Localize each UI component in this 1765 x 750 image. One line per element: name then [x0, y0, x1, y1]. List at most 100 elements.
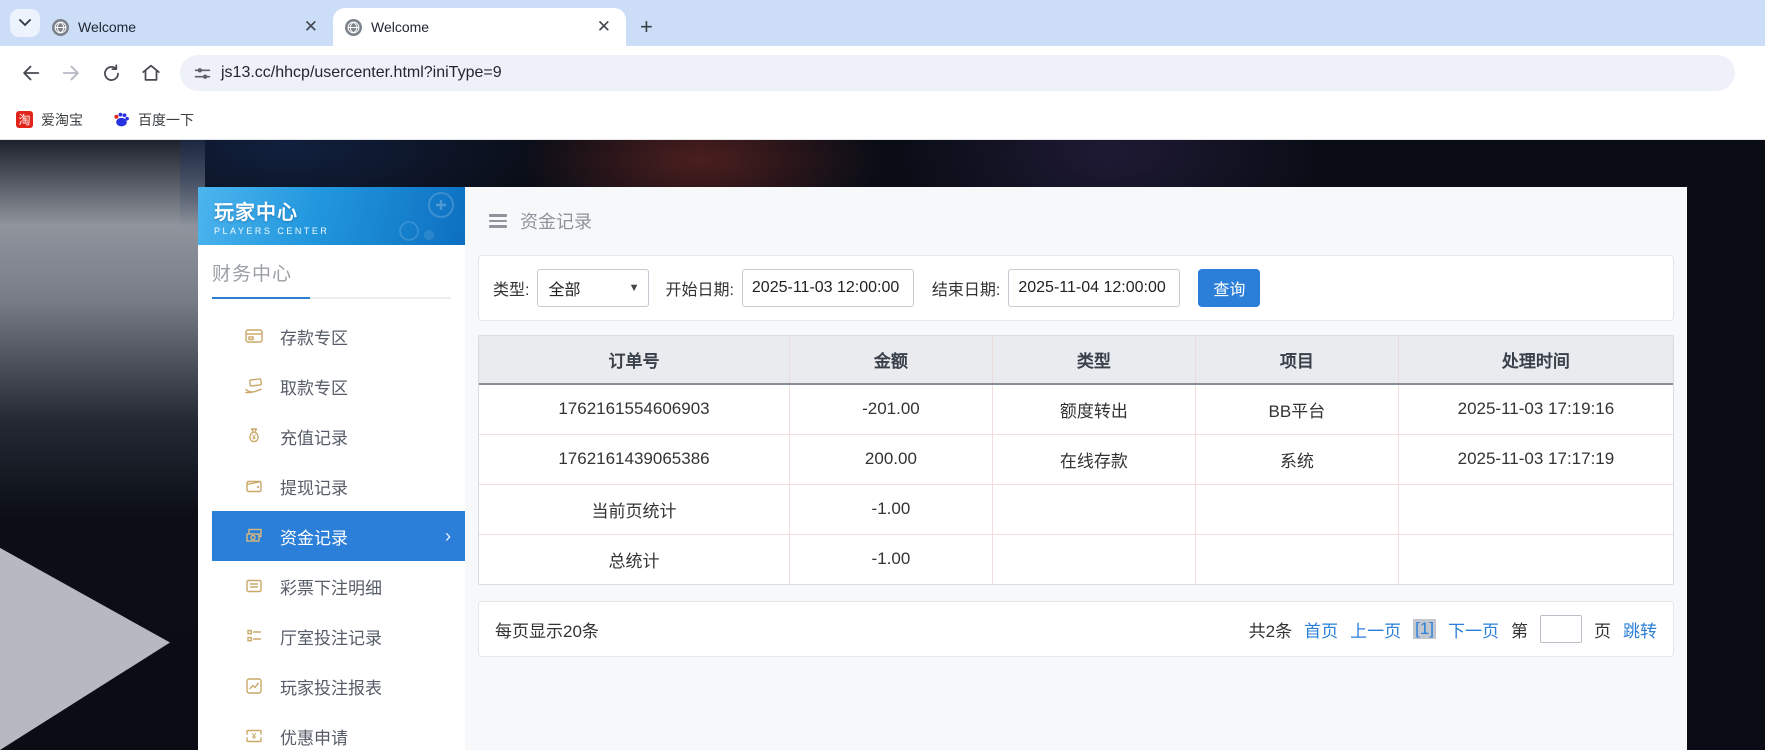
web-page: 玩家中心 PLAYERS CENTER 财务中心 存款专区	[0, 140, 1765, 750]
forward-arrow-icon	[60, 62, 82, 84]
page-jump-input[interactable]	[1540, 615, 1582, 643]
reload-icon	[101, 63, 122, 84]
tab-title: Welcome	[371, 19, 585, 35]
home-button[interactable]	[134, 56, 168, 90]
sidebar-header: 玩家中心 PLAYERS CENTER	[198, 187, 465, 245]
bookmark-taobao[interactable]: 淘 爱淘宝	[16, 110, 83, 130]
page-header: 资金记录	[465, 187, 1687, 255]
forward-button[interactable]	[54, 56, 88, 90]
sidebar-item-promo-apply[interactable]: ¥ 优惠申请	[198, 711, 465, 750]
table-row: 1762161554606903 -201.00 额度转出 BB平台 2025-…	[479, 384, 1673, 434]
jump-go-link[interactable]: 跳转	[1623, 617, 1657, 642]
bookmark-label: 爱淘宝	[41, 110, 83, 130]
cell-empty	[992, 484, 1195, 534]
sidebar-item-withdraw-area[interactable]: 取款专区	[198, 361, 465, 411]
chevron-down-icon: ▼	[629, 282, 640, 294]
cell-empty	[1195, 484, 1398, 534]
end-date-label: 结束日期:	[932, 276, 1000, 300]
cell-order-no: 1762161439065386	[479, 434, 789, 484]
sidebar-item-label: 厅室投注记录	[280, 624, 382, 649]
next-page-link[interactable]: 下一页	[1448, 617, 1499, 642]
prev-page-link[interactable]: 上一页	[1350, 617, 1401, 642]
baidu-paw-icon	[113, 111, 130, 128]
start-date-label: 开始日期:	[665, 276, 733, 300]
cell-amount: -1.00	[789, 534, 992, 584]
browser-tab-strip: Welcome ✕ Welcome ✕ +	[0, 0, 1765, 46]
cell-amount: -201.00	[789, 384, 992, 434]
svg-text:¥: ¥	[252, 732, 257, 741]
cell-type: 在线存款	[992, 434, 1195, 484]
pager-controls: 共2条 首页 上一页 [1] 下一页 第 页 跳转	[1249, 615, 1657, 643]
start-date-input[interactable]	[742, 269, 914, 307]
pagination-bar: 每页显示20条 共2条 首页 上一页 [1] 下一页 第 页 跳转	[478, 601, 1674, 657]
sidebar-item-label: 资金记录	[280, 524, 348, 549]
sidebar-item-label: 玩家投注报表	[280, 674, 382, 699]
end-date-input[interactable]	[1008, 269, 1180, 307]
type-select[interactable]: 全部 ▼	[537, 269, 649, 307]
cell-stats-label: 当前页统计	[479, 484, 789, 534]
bookmark-baidu[interactable]: 百度一下	[113, 110, 194, 130]
hand-cash-icon	[244, 376, 264, 396]
sidebar-item-label: 优惠申请	[280, 724, 348, 749]
first-page-link[interactable]: 首页	[1304, 617, 1338, 642]
tab-close-icon[interactable]: ✕	[301, 17, 321, 37]
tab-search-button[interactable]	[10, 9, 40, 37]
browser-toolbar: js13.cc/hhcp/usercenter.html?iniType=9	[0, 46, 1765, 100]
url-text[interactable]: js13.cc/hhcp/usercenter.html?iniType=9	[221, 64, 502, 82]
new-tab-button[interactable]: +	[626, 8, 667, 46]
address-bar[interactable]: js13.cc/hhcp/usercenter.html?iniType=9	[180, 55, 1735, 91]
cell-empty	[1398, 484, 1673, 534]
sidebar-item-funds-record[interactable]: 资金记录 ›	[212, 511, 465, 561]
type-select-value: 全部	[548, 276, 580, 300]
cell-time: 2025-11-03 17:17:19	[1398, 434, 1673, 484]
list-grid-icon	[244, 626, 264, 646]
back-arrow-icon	[20, 62, 42, 84]
table-header-row: 订单号 金额 类型 项目 处理时间	[479, 336, 1673, 384]
back-button[interactable]	[14, 56, 48, 90]
globe-favicon-icon	[345, 19, 362, 36]
filter-bar: 类型: 全部 ▼ 开始日期: 结束日期: 查询	[478, 255, 1674, 321]
jump-label-pre: 第	[1511, 617, 1528, 642]
table-row-total-stats: 总统计 -1.00	[479, 534, 1673, 584]
col-project: 项目	[1195, 336, 1398, 384]
col-time: 处理时间	[1398, 336, 1673, 384]
wallet-icon	[244, 476, 264, 496]
bookmark-label: 百度一下	[138, 110, 194, 130]
sidebar-item-label: 彩票下注明细	[280, 574, 382, 599]
jump-label-post: 页	[1594, 617, 1611, 642]
sidebar-item-hall-bet-record[interactable]: 厅室投注记录	[198, 611, 465, 661]
sidebar-item-player-bet-report[interactable]: 玩家投注报表	[198, 661, 465, 711]
sidebar: 玩家中心 PLAYERS CENTER 财务中心 存款专区	[198, 187, 465, 750]
type-label: 类型:	[493, 276, 529, 300]
sidebar-item-label: 存款专区	[280, 324, 348, 349]
sidebar-item-deposit-area[interactable]: 存款专区	[198, 311, 465, 361]
hamburger-icon[interactable]	[489, 214, 507, 228]
cell-type: 额度转出	[992, 384, 1195, 434]
sidebar-item-label: 提现记录	[280, 474, 348, 499]
per-page-text: 每页显示20条	[495, 617, 599, 642]
sidebar-item-recharge-record[interactable]: ¥ 充值记录	[198, 411, 465, 461]
gamepad-art-icon	[385, 191, 459, 241]
deposit-card-icon	[244, 326, 264, 346]
reload-button[interactable]	[94, 56, 128, 90]
sidebar-item-lottery-bet-detail[interactable]: 彩票下注明细	[198, 561, 465, 611]
current-page-indicator: [1]	[1413, 619, 1436, 639]
tab-close-icon[interactable]: ✕	[594, 17, 614, 37]
col-order-no: 订单号	[479, 336, 789, 384]
cell-empty	[1195, 534, 1398, 584]
coupon-icon: ¥	[244, 726, 264, 746]
tab-title: Welcome	[78, 19, 292, 35]
browser-tab-1[interactable]: Welcome ✕	[40, 8, 333, 46]
col-type: 类型	[992, 336, 1195, 384]
total-count-text: 共2条	[1249, 617, 1292, 642]
sidebar-item-label: 充值记录	[280, 424, 348, 449]
query-button[interactable]: 查询	[1198, 269, 1260, 307]
banknotes-icon	[244, 526, 264, 546]
chevron-right-icon: ›	[445, 526, 451, 547]
browser-tab-2-active[interactable]: Welcome ✕	[333, 8, 626, 46]
sidebar-section: 财务中心	[198, 245, 465, 299]
sidebar-item-withdraw-record[interactable]: 提现记录	[198, 461, 465, 511]
money-bag-icon: ¥	[244, 426, 264, 446]
main-content: 资金记录 类型: 全部 ▼ 开始日期: 结束日期: 查询 订单号 金额 类型	[465, 187, 1687, 750]
cell-stats-label: 总统计	[479, 534, 789, 584]
